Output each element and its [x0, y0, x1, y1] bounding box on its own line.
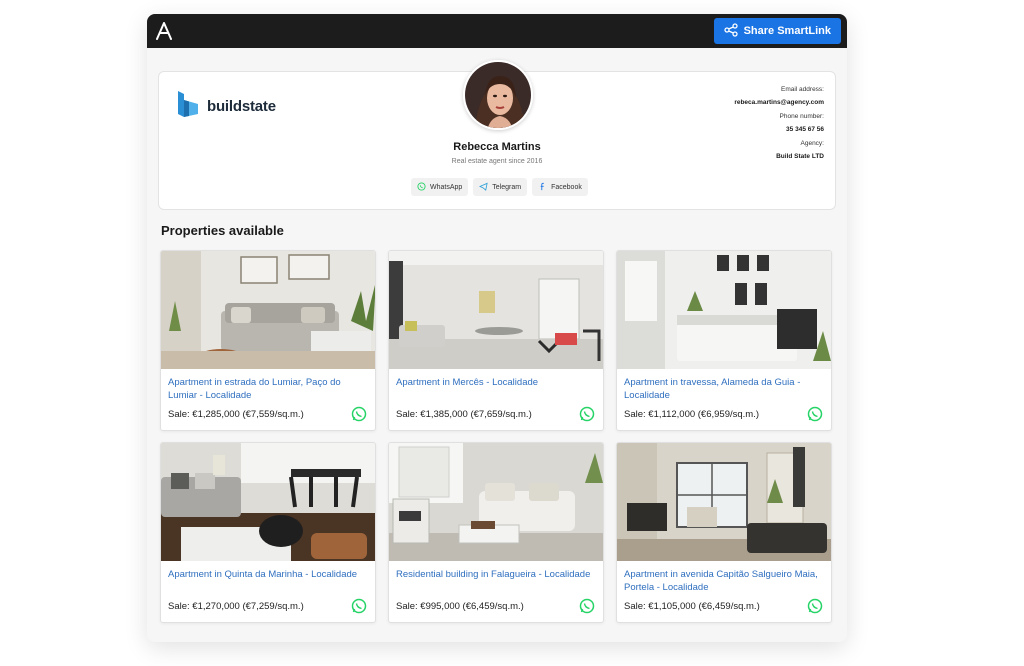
whatsapp-icon[interactable]: [579, 598, 595, 619]
agency-label: Agency:: [800, 140, 825, 147]
section-title: Properties available: [161, 223, 284, 238]
property-title[interactable]: Apartment in Quinta da Marinha - Localid…: [168, 568, 368, 581]
property-price: Sale: €1,285,000 (€7,559/sq.m.): [168, 409, 304, 420]
property-photo[interactable]: [617, 443, 831, 561]
property-card[interactable]: Apartment in Mercês - Localidade Sale: €…: [388, 250, 604, 431]
avatar: [463, 60, 533, 130]
facebook-link-label: Facebook: [551, 183, 582, 191]
smartlink-window: Share SmartLink buildstate Rebecca Marti…: [147, 14, 847, 642]
facebook-link[interactable]: Facebook: [532, 178, 588, 196]
agency-value: Build State LTD: [776, 152, 824, 160]
share-icon: [723, 22, 738, 40]
property-photo[interactable]: [389, 443, 603, 561]
phone-label: Phone number:: [779, 113, 824, 120]
whatsapp-icon[interactable]: [351, 406, 367, 427]
social-links: WhatsApp Telegram Facebook: [411, 178, 588, 196]
property-title[interactable]: Apartment in avenida Capitão Salgueiro M…: [624, 568, 824, 594]
agent-profile-card: buildstate Rebecca Martins Real estate a…: [158, 60, 836, 210]
property-card[interactable]: Apartment in estrada do Lumiar, Paço do …: [160, 250, 376, 431]
property-card[interactable]: Apartment in avenida Capitão Salgueiro M…: [616, 442, 832, 623]
email-value[interactable]: rebeca.martins@agency.com: [734, 97, 824, 110]
property-photo[interactable]: [161, 443, 375, 561]
top-bar: Share SmartLink: [147, 14, 847, 48]
property-card[interactable]: Residential building in Falagueira - Loc…: [388, 442, 604, 623]
whatsapp-icon[interactable]: [579, 406, 595, 427]
share-smartlink-button[interactable]: Share SmartLink: [713, 18, 841, 44]
property-price: Sale: €995,000 (€6,459/sq.m.): [396, 601, 524, 612]
property-photo[interactable]: [161, 251, 375, 369]
telegram-link[interactable]: Telegram: [473, 178, 528, 196]
property-card[interactable]: Apartment in travessa, Alameda da Guia -…: [616, 250, 832, 431]
property-card[interactable]: Apartment in Quinta da Marinha - Localid…: [160, 442, 376, 623]
property-price: Sale: €1,385,000 (€7,659/sq.m.): [396, 409, 532, 420]
whatsapp-icon[interactable]: [351, 598, 367, 619]
telegram-link-label: Telegram: [492, 183, 522, 191]
property-price: Sale: €1,112,000 (€6,959/sq.m.): [624, 409, 760, 420]
whatsapp-icon[interactable]: [807, 598, 823, 619]
buildstate-logo-icon: [177, 90, 199, 123]
telegram-icon: [479, 182, 488, 193]
share-button-label: Share SmartLink: [743, 25, 831, 37]
whatsapp-icon[interactable]: [807, 406, 823, 427]
whatsapp-icon: [417, 181, 426, 193]
agency-brand: buildstate: [177, 90, 276, 123]
facebook-icon: [538, 182, 547, 193]
property-title[interactable]: Apartment in travessa, Alameda da Guia -…: [624, 376, 824, 402]
app-logo-icon[interactable]: [156, 22, 174, 40]
property-photo[interactable]: [617, 251, 831, 369]
whatsapp-link-label: WhatsApp: [430, 183, 463, 191]
property-title[interactable]: Apartment in estrada do Lumiar, Paço do …: [168, 376, 368, 402]
email-label: Email address:: [781, 86, 824, 93]
contact-details: Email address: rebeca.martins@agency.com…: [734, 84, 824, 165]
property-title[interactable]: Residential building in Falagueira - Loc…: [396, 568, 596, 581]
phone-value[interactable]: 35 345 67 56: [734, 124, 824, 137]
brand-name: buildstate: [207, 98, 276, 115]
property-title[interactable]: Apartment in Mercês - Localidade: [396, 376, 596, 389]
property-price: Sale: €1,270,000 (€7,259/sq.m.): [168, 601, 304, 612]
property-photo[interactable]: [389, 251, 603, 369]
property-price: Sale: €1,105,000 (€6,459/sq.m.): [624, 601, 760, 612]
whatsapp-link[interactable]: WhatsApp: [411, 178, 469, 196]
